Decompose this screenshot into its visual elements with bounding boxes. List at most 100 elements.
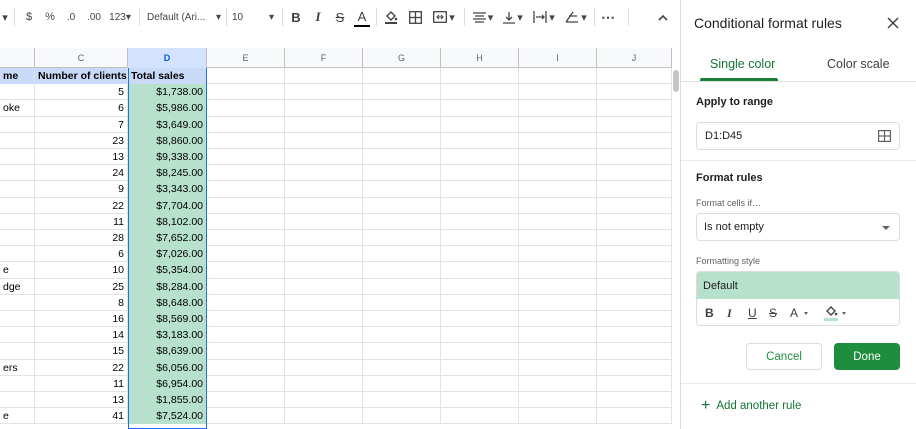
table-cell[interactable] <box>441 165 519 182</box>
table-cell[interactable] <box>363 408 441 425</box>
table-cell[interactable] <box>207 213 285 230</box>
table-cell[interactable]: 9 <box>35 181 128 198</box>
cancel-button[interactable]: Cancel <box>746 343 822 370</box>
table-cell[interactable] <box>441 230 519 247</box>
table-cell[interactable] <box>519 294 597 311</box>
text-color-button[interactable]: A <box>354 7 370 27</box>
table-cell[interactable]: me <box>0 68 35 85</box>
style-underline-button[interactable]: U <box>748 306 757 320</box>
column-header-f[interactable]: F <box>285 48 363 68</box>
table-cell[interactable]: 6 <box>35 246 128 263</box>
table-cell[interactable] <box>363 311 441 328</box>
table-cell[interactable] <box>597 116 672 133</box>
table-cell[interactable] <box>519 392 597 409</box>
table-cell[interactable]: Total sales <box>128 68 207 85</box>
table-cell[interactable] <box>285 408 363 425</box>
table-cell[interactable] <box>285 262 363 279</box>
table-cell[interactable] <box>441 197 519 214</box>
table-cell[interactable]: $6,056.00 <box>128 359 207 376</box>
table-cell[interactable] <box>0 116 35 133</box>
percent-format-button[interactable]: % <box>42 7 58 27</box>
table-cell[interactable]: 23 <box>35 132 128 149</box>
table-cell[interactable] <box>0 149 35 166</box>
table-cell[interactable] <box>597 408 672 425</box>
table-cell[interactable]: $7,026.00 <box>128 246 207 263</box>
fill-color-icon[interactable] <box>383 7 399 27</box>
table-cell[interactable]: oke <box>0 100 35 117</box>
table-cell[interactable] <box>519 246 597 263</box>
table-cell[interactable] <box>519 68 597 85</box>
more-options-icon[interactable]: ⋯ <box>600 7 616 27</box>
borders-icon[interactable] <box>407 7 423 27</box>
table-cell[interactable] <box>441 213 519 230</box>
increase-decimal-button[interactable]: .00 <box>84 7 104 27</box>
table-cell[interactable] <box>597 213 672 230</box>
merge-cells-dropdown[interactable]: ▾ <box>430 7 458 27</box>
table-cell[interactable]: $1,855.00 <box>128 392 207 409</box>
table-cell[interactable] <box>363 100 441 117</box>
table-cell[interactable] <box>363 294 441 311</box>
style-bold-button[interactable]: B <box>705 306 714 320</box>
table-cell[interactable]: $7,652.00 <box>128 230 207 247</box>
table-cell[interactable] <box>519 165 597 182</box>
table-cell[interactable]: 24 <box>35 165 128 182</box>
table-cell[interactable] <box>363 262 441 279</box>
bold-button[interactable]: B <box>289 7 303 27</box>
table-cell[interactable]: ers <box>0 359 35 376</box>
table-cell[interactable]: 25 <box>35 278 128 295</box>
table-cell[interactable] <box>519 343 597 360</box>
table-cell[interactable] <box>441 311 519 328</box>
table-cell[interactable] <box>285 294 363 311</box>
font-family-dropdown[interactable]: Default (Ari... ▾ <box>147 7 221 27</box>
table-cell[interactable]: 10 <box>35 262 128 279</box>
table-cell[interactable] <box>597 100 672 117</box>
table-cell[interactable] <box>0 165 35 182</box>
table-cell[interactable] <box>363 165 441 182</box>
table-cell[interactable] <box>363 246 441 263</box>
table-cell[interactable] <box>0 197 35 214</box>
table-cell[interactable] <box>597 149 672 166</box>
table-cell[interactable] <box>519 197 597 214</box>
table-cell[interactable]: 11 <box>35 375 128 392</box>
table-cell[interactable] <box>597 359 672 376</box>
table-cell[interactable]: 8 <box>35 294 128 311</box>
table-cell[interactable]: 7 <box>35 116 128 133</box>
table-cell[interactable] <box>285 213 363 230</box>
table-cell[interactable] <box>285 132 363 149</box>
table-cell[interactable]: $5,354.00 <box>128 262 207 279</box>
table-cell[interactable] <box>285 149 363 166</box>
table-cell[interactable] <box>285 375 363 392</box>
table-cell[interactable] <box>519 311 597 328</box>
table-cell[interactable] <box>207 230 285 247</box>
table-cell[interactable] <box>363 278 441 295</box>
collapse-toolbar-icon[interactable] <box>655 7 671 27</box>
column-header-g[interactable]: G <box>363 48 441 68</box>
style-strikethrough-button[interactable]: S <box>769 306 777 320</box>
scrollbar-thumb[interactable] <box>673 70 679 92</box>
table-cell[interactable]: $8,648.00 <box>128 294 207 311</box>
table-cell[interactable] <box>207 100 285 117</box>
table-cell[interactable] <box>0 311 35 328</box>
table-cell[interactable]: 6 <box>35 100 128 117</box>
table-cell[interactable] <box>519 100 597 117</box>
table-cell[interactable] <box>0 246 35 263</box>
style-preview[interactable]: Default <box>697 272 899 299</box>
table-cell[interactable] <box>363 116 441 133</box>
table-cell[interactable] <box>597 294 672 311</box>
table-cell[interactable] <box>207 246 285 263</box>
table-cell[interactable] <box>519 132 597 149</box>
table-cell[interactable] <box>207 278 285 295</box>
table-cell[interactable] <box>207 375 285 392</box>
table-cell[interactable] <box>597 375 672 392</box>
table-cell[interactable] <box>0 132 35 149</box>
table-cell[interactable] <box>597 132 672 149</box>
table-cell[interactable]: Number of clients <box>35 68 128 85</box>
table-cell[interactable] <box>0 294 35 311</box>
table-cell[interactable] <box>285 327 363 344</box>
tab-single-color[interactable]: Single color <box>710 57 775 71</box>
table-cell[interactable] <box>285 116 363 133</box>
table-cell[interactable]: 11 <box>35 213 128 230</box>
table-cell[interactable]: 16 <box>35 311 128 328</box>
table-cell[interactable] <box>207 359 285 376</box>
table-cell[interactable]: 13 <box>35 149 128 166</box>
